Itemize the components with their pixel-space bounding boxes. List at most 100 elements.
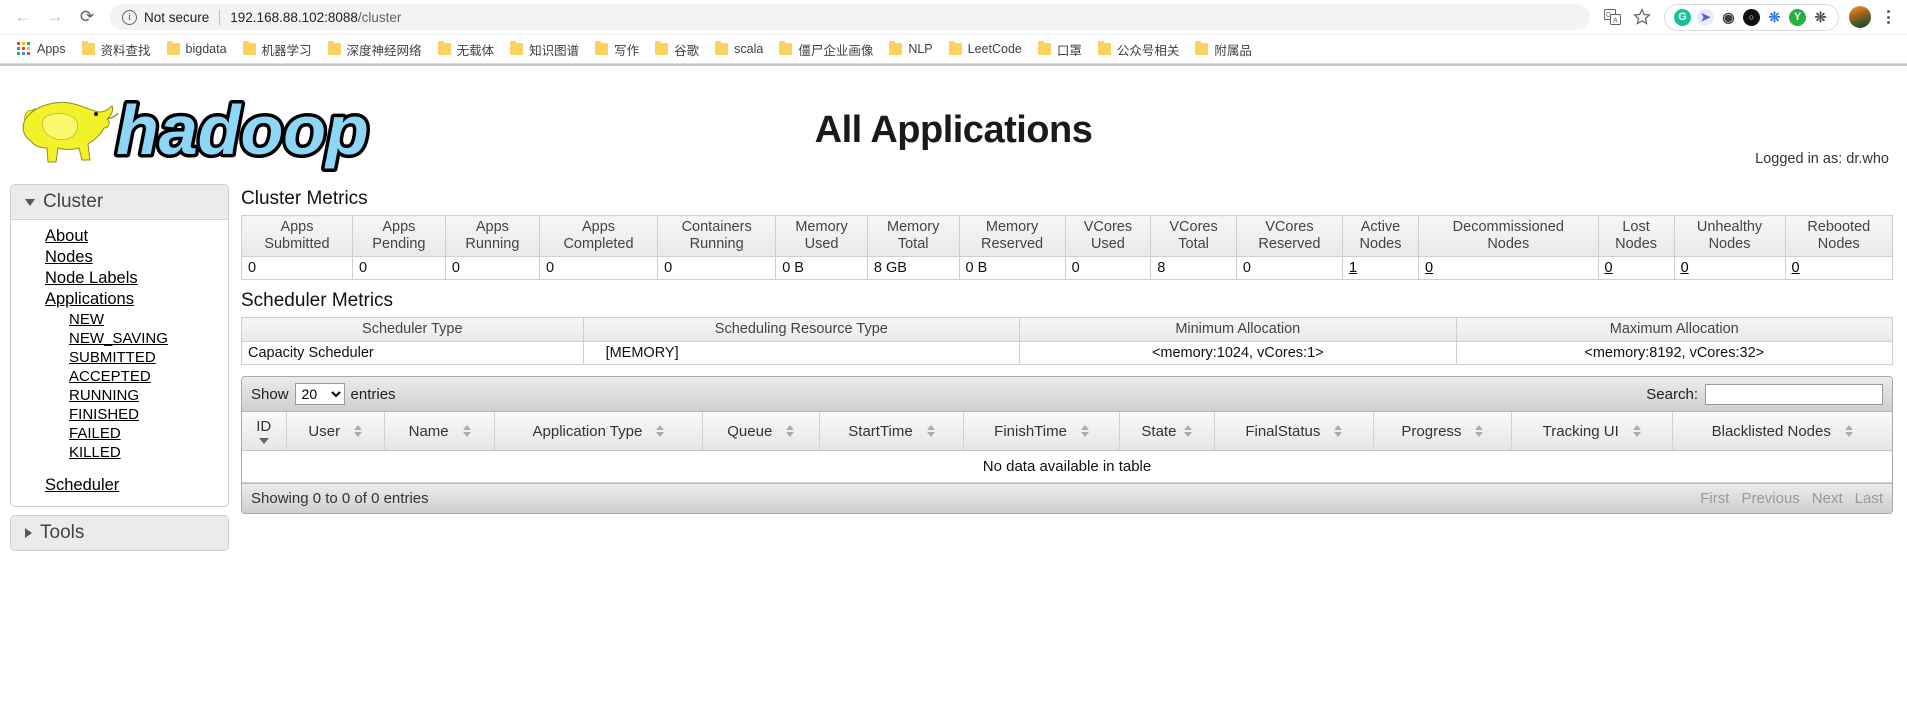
col-finishtime[interactable]: FinishTime [963,412,1120,451]
address-bar[interactable]: i Not secure 192.168.88.102:8088/cluster [110,4,1590,30]
grammarly-extension-icon[interactable]: G [1674,8,1691,26]
col-state-label: State [1141,422,1177,440]
folder-icon [437,40,451,55]
col-progress[interactable]: Progress [1373,412,1512,451]
reload-icon[interactable]: ⟳ [72,2,102,32]
puzzle-gray-extension-icon[interactable]: ❊ [1812,8,1829,26]
translate-icon[interactable]: GA [1598,3,1626,31]
col-memory-reserved: Memory Reserved [958,215,1066,257]
col-queue[interactable]: Queue [702,412,820,451]
cell-vcores-total: 8 [1150,256,1237,280]
kite-extension-icon[interactable]: ➤ [1697,8,1714,26]
cell-containers-running: 0 [657,256,777,280]
col-id[interactable]: ID [242,412,287,451]
col-blacklisted-nodes[interactable]: Blacklisted Nodes [1672,412,1892,451]
bookmark-item[interactable]: 附属品 [1187,37,1260,62]
bookmark-item[interactable]: bigdata [159,39,235,59]
sidebar-item-accepted[interactable]: ACCEPTED [11,367,228,386]
col-vcores-total: VCores Total [1150,215,1237,257]
three-dot-menu-icon[interactable] [1877,10,1899,24]
pagination-previous[interactable]: Previous [1741,490,1799,507]
evernote-extension-icon[interactable]: ◉ [1720,8,1737,26]
lost-nodes-link[interactable]: 0 [1605,260,1613,276]
bookmark-label: scala [734,42,764,56]
dark-circle-extension-icon[interactable]: ○ [1743,8,1760,26]
folder-icon [510,40,524,55]
bookmark-item[interactable]: 机器学习 [235,37,320,62]
bookmark-item[interactable]: 谷歌 [647,37,707,62]
bookmark-item[interactable]: NLP [881,39,940,59]
unhealthy-nodes-link[interactable]: 0 [1681,260,1689,276]
url-host: 192.168.88.102:8088 [230,9,358,25]
search-label: Search: [1646,385,1698,403]
sidebar-item-scheduler[interactable]: Scheduler [11,475,228,496]
bookmark-item[interactable]: 资料查找 [74,37,159,62]
puzzle-blue-extension-icon[interactable]: ❊ [1766,8,1783,26]
scheduler-metrics-table: Scheduler Type Scheduling Resource Type … [241,317,1894,365]
col-active-nodes: Active Nodes [1341,215,1420,257]
sort-icon [1184,425,1193,437]
pagination-last[interactable]: Last [1855,490,1883,507]
datatable-footer: Showing 0 to 0 of 0 entries First Previo… [242,483,1892,513]
sidebar-tools-header[interactable]: Tools [11,516,228,550]
sidebar-item-about[interactable]: About [11,226,228,247]
col-state[interactable]: State [1119,412,1215,451]
sidebar-item-submitted[interactable]: SUBMITTED [11,348,228,367]
sidebar-item-applications[interactable]: Applications [11,289,228,310]
entries-select[interactable]: 2050100 [294,383,345,405]
youdao-extension-icon[interactable]: Y [1789,8,1806,26]
sidebar-item-new-saving[interactable]: NEW_SAVING [11,329,228,348]
site-info-icon[interactable]: i [122,9,137,25]
col-lost-nodes: Lost Nodes [1597,215,1675,257]
col-user[interactable]: User [286,412,386,451]
star-icon[interactable] [1628,3,1656,31]
pagination-first[interactable]: First [1700,490,1729,507]
sort-icon [1475,425,1484,437]
sidebar-item-nodes[interactable]: Nodes [11,247,228,268]
bookmark-item[interactable]: 知识图谱 [502,37,587,62]
col-finalstatus[interactable]: FinalStatus [1214,412,1374,451]
col-blacklisted-nodes-label: Blacklisted Nodes [1711,422,1831,440]
sidebar-item-new[interactable]: NEW [11,310,228,329]
decommissioned-nodes-link[interactable]: 0 [1425,260,1433,276]
col-minimum-allocation: Minimum Allocation [1019,317,1457,342]
bookmark-label: 资料查找 [100,43,151,58]
bookmark-label: 口罩 [1056,43,1082,58]
page-title: All Applications [814,109,1093,151]
bookmark-apps[interactable]: Apps [9,39,74,59]
col-name[interactable]: Name [384,412,496,451]
sort-icon [1080,425,1089,437]
bookmark-label: 写作 [614,43,640,58]
col-starttime[interactable]: StartTime [819,412,965,451]
cell-active-nodes: 1 [1341,256,1420,280]
bookmark-item[interactable]: LeetCode [941,39,1030,59]
sidebar-cluster-header[interactable]: Cluster [11,185,228,220]
sort-icon [462,425,471,437]
bookmark-item[interactable]: 僵尸企业画像 [771,37,881,62]
search-input[interactable] [1705,383,1883,405]
pagination-next[interactable]: Next [1812,490,1843,507]
profile-avatar[interactable] [1849,6,1871,28]
col-application-type[interactable]: Application Type [494,412,703,451]
sidebar-item-failed[interactable]: FAILED [11,424,228,443]
col-unhealthy-nodes: Unhealthy Nodes [1673,215,1786,257]
col-tracking-ui[interactable]: Tracking UI [1511,412,1673,451]
folder-icon [166,40,180,55]
active-nodes-link[interactable]: 1 [1349,260,1357,276]
col-scheduling-resource-type: Scheduling Resource Type [582,317,1021,342]
bookmark-item[interactable]: 公众号相关 [1090,37,1188,62]
back-icon[interactable]: ← [8,2,38,32]
sidebar-item-killed[interactable]: KILLED [11,443,228,462]
bookmark-item[interactable]: 无载体 [430,37,503,62]
sidebar-item-finished[interactable]: FINISHED [11,405,228,424]
sidebar-item-running[interactable]: RUNNING [11,386,228,405]
bookmark-item[interactable]: scala [707,39,771,59]
bookmark-item[interactable]: 深度神经网络 [320,37,430,62]
forward-icon[interactable]: → [40,2,70,32]
folder-icon [1097,40,1111,55]
bookmark-item[interactable]: 写作 [587,37,647,62]
sidebar-item-node-labels[interactable]: Node Labels [11,268,228,289]
rebooted-nodes-link[interactable]: 0 [1792,260,1800,276]
col-user-label: User [308,422,341,440]
bookmark-item[interactable]: 口罩 [1030,37,1090,62]
